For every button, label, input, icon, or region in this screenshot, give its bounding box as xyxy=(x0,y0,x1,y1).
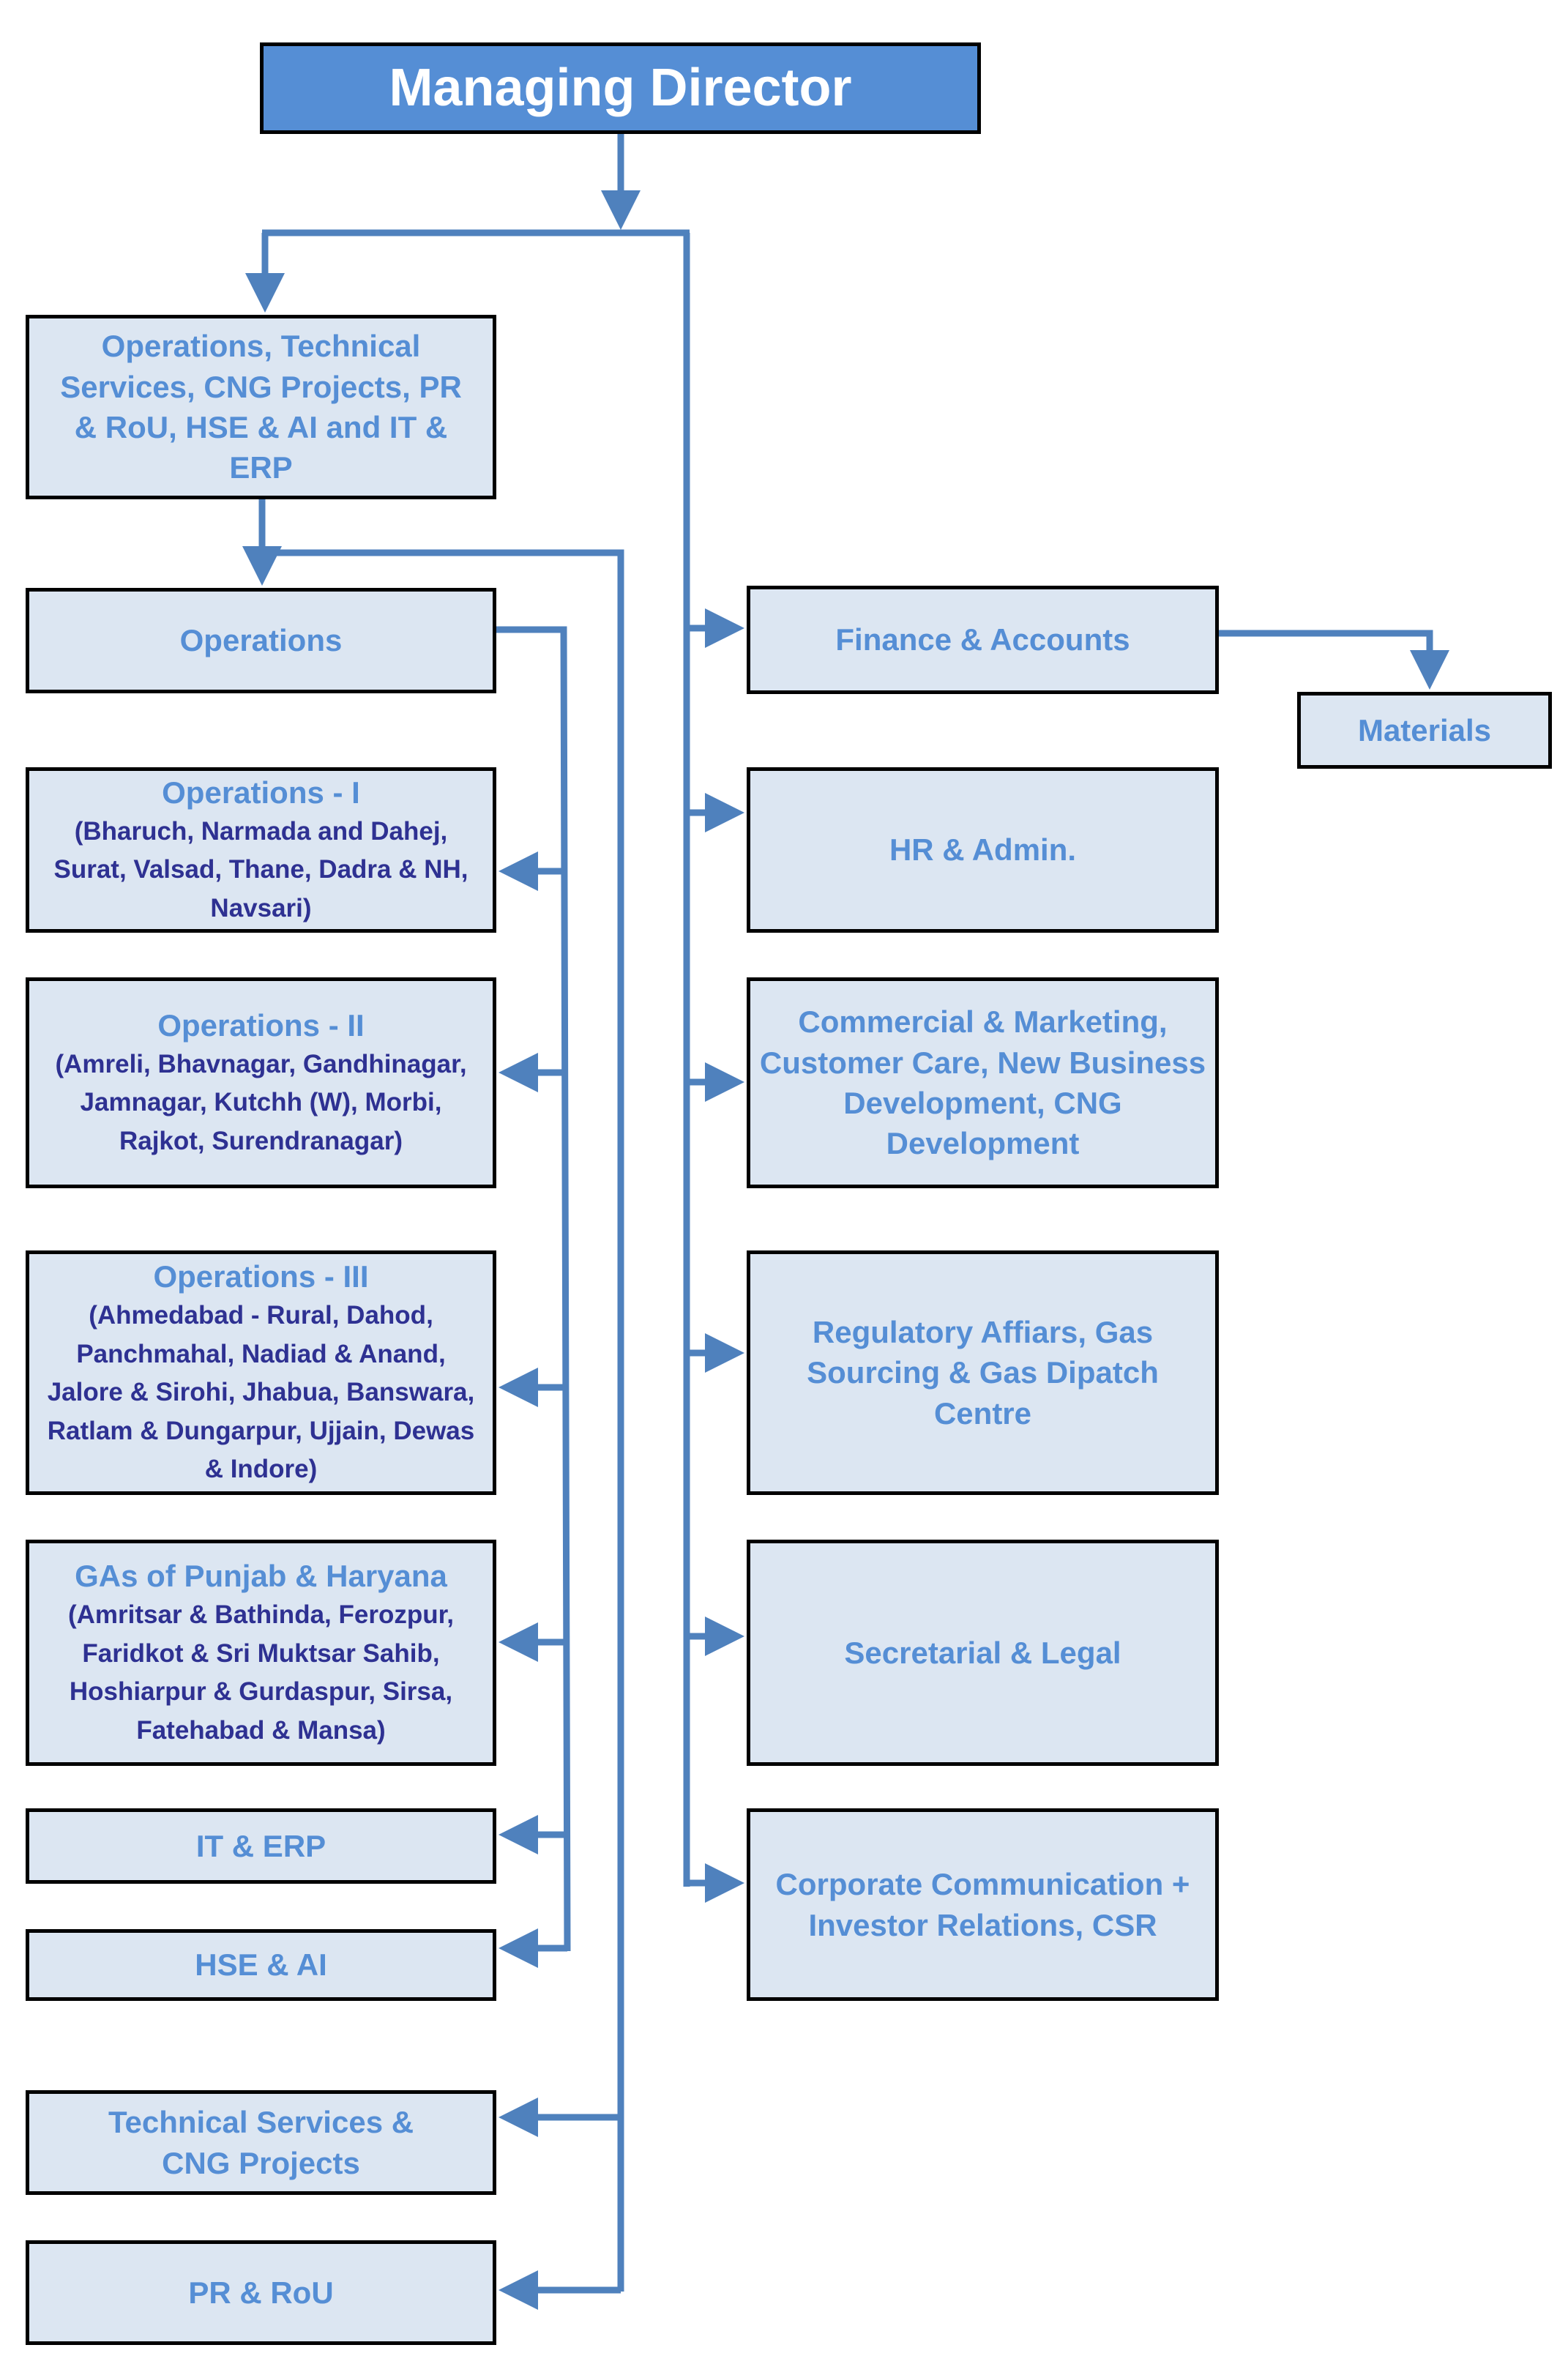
pr-rou-box[interactable]: PR & RoU xyxy=(26,2240,496,2345)
it-erp-box[interactable]: IT & ERP xyxy=(26,1808,496,1884)
hse-ai-box[interactable]: HSE & AI xyxy=(26,1929,496,2001)
secretarial-legal-label: Secretarial & Legal xyxy=(844,1635,1121,1670)
operations-1-title: Operations - I xyxy=(162,775,360,810)
hr-admin-label: HR & Admin. xyxy=(889,832,1077,868)
managing-director-box[interactable]: Managing Director xyxy=(260,42,981,134)
operations-box[interactable]: Operations xyxy=(26,588,496,693)
connector-finance-materials xyxy=(1219,630,1449,690)
technical-services-box[interactable]: Technical Services & CNG Projects xyxy=(26,2090,496,2195)
commercial-marketing-box[interactable]: Commercial & Marketing, Customer Care, N… xyxy=(747,977,1219,1188)
operations-1-detail: (Bharuch, Narmada and Dahej, Surat, Vals… xyxy=(53,816,468,922)
ops-tech-head-label: Operations, Technical Services, CNG Proj… xyxy=(60,329,462,485)
corporate-communication-label: Corporate Communication + Investor Relat… xyxy=(775,1867,1190,1942)
managing-director-label: Managing Director xyxy=(389,58,852,117)
materials-box[interactable]: Materials xyxy=(1297,692,1552,769)
ops-tech-head-box[interactable]: Operations, Technical Services, CNG Proj… xyxy=(26,315,496,499)
finance-accounts-box[interactable]: Finance & Accounts xyxy=(747,586,1219,694)
finance-accounts-label: Finance & Accounts xyxy=(835,622,1130,657)
hr-admin-box[interactable]: HR & Admin. xyxy=(747,767,1219,933)
gas-punjab-haryana-box[interactable]: GAs of Punjab & Haryana (Amritsar & Bath… xyxy=(26,1540,496,1766)
operations-label: Operations xyxy=(179,623,343,658)
gas-punjab-haryana-detail: (Amritsar & Bathinda, Ferozpur, Faridkot… xyxy=(67,1600,455,1745)
hse-ai-label: HSE & AI xyxy=(195,1947,327,1983)
operations-2-detail: (Amreli, Bhavnagar, Gandhinagar, Jamnaga… xyxy=(55,1049,467,1155)
connector-ops-bar xyxy=(496,626,571,1952)
materials-label: Materials xyxy=(1357,712,1492,747)
pr-rou-label: PR & RoU xyxy=(188,2275,334,2310)
operations-3-detail: (Ahmedabad - Rural, Dahod, Panchmahal, N… xyxy=(47,1301,475,1484)
technical-services-label: Technical Services & CNG Projects xyxy=(108,2105,414,2180)
it-erp-label: IT & ERP xyxy=(195,1828,326,1863)
regulatory-affairs-box[interactable]: Regulatory Affiars, Gas Sourcing & Gas D… xyxy=(747,1250,1219,1495)
secretarial-legal-box[interactable]: Secretarial & Legal xyxy=(747,1540,1219,1766)
operations-1-box[interactable]: Operations - I (Bharuch, Narmada and Dah… xyxy=(26,767,496,933)
regulatory-affairs-label: Regulatory Affiars, Gas Sourcing & Gas D… xyxy=(807,1314,1159,1431)
operations-2-title: Operations - II xyxy=(157,1007,365,1043)
operations-2-box[interactable]: Operations - II (Amreli, Bhavnagar, Gand… xyxy=(26,977,496,1188)
corporate-communication-box[interactable]: Corporate Communication + Investor Relat… xyxy=(747,1808,1219,2001)
operations-3-box[interactable]: Operations - III (Ahmedabad - Rural, Dah… xyxy=(26,1250,496,1495)
gas-punjab-haryana-title: GAs of Punjab & Haryana xyxy=(75,1558,447,1593)
commercial-marketing-label: Commercial & Marketing, Customer Care, N… xyxy=(759,1004,1206,1161)
operations-3-title: Operations - III xyxy=(153,1259,369,1294)
